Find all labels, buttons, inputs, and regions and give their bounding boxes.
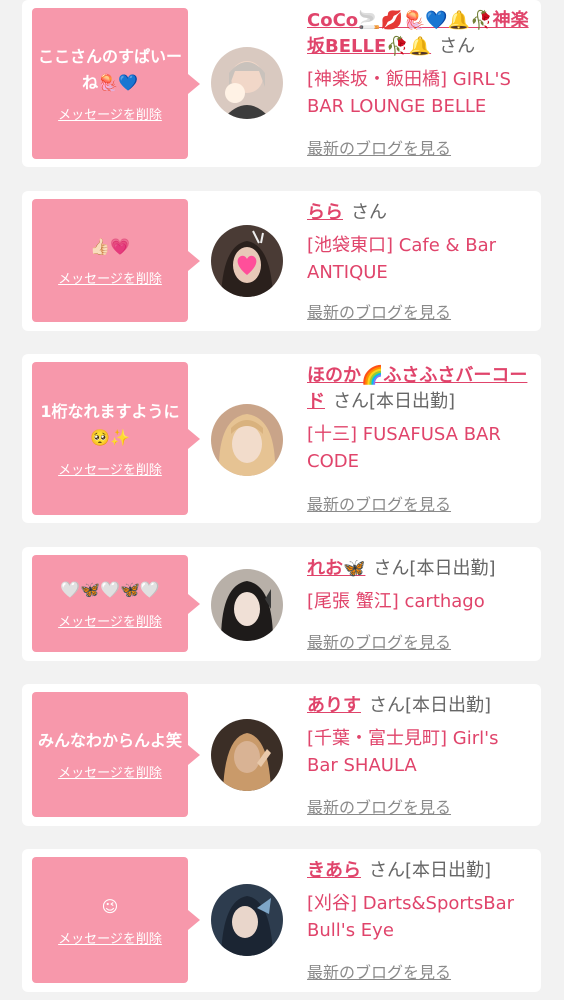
avatar[interactable] <box>211 884 283 956</box>
name-line: CoCo🚬💋🪼💙🔔🥀神楽坂BELLE🥀🔔 さん <box>307 8 533 60</box>
message-bubble: みんなわからんよ笑 メッセージを削除 <box>32 692 200 817</box>
avatar[interactable] <box>211 404 283 476</box>
latest-blog-link[interactable]: 最新のブログを見る <box>307 629 451 653</box>
name-line: ほのか🌈ふさふさバーコード さん[本日出勤] <box>307 363 533 415</box>
name-suffix: さん[本日出勤] <box>373 558 496 579</box>
latest-blog-link[interactable]: 最新のブログを見る <box>307 135 451 159</box>
name-suffix: さん <box>439 36 476 57</box>
message-bubble: 1桁なれますように🥺✨ メッセージを削除 <box>32 362 200 515</box>
message-text: みんなわからんよ笑 <box>38 731 183 750</box>
message-card: 🤍🦋🤍🦋🤍 メッセージを削除 れお🦋 さん[本日出勤] [尾張 蟹江] carth… <box>22 547 541 661</box>
cast-info: れお🦋 さん[本日出勤] [尾張 蟹江] carthago <box>307 556 533 615</box>
delete-message-link[interactable]: メッセージを削除 <box>58 762 162 781</box>
cast-info: ほのか🌈ふさふさバーコード さん[本日出勤] [十三] FUSAFUSA BAR … <box>307 363 533 475</box>
name-suffix: さん[本日出勤] <box>333 391 456 412</box>
message-text: 👍🏻💗 <box>90 237 130 256</box>
message-bubble: 👍🏻💗 メッセージを削除 <box>32 199 200 322</box>
cast-name-link[interactable]: ありす <box>307 695 361 716</box>
message-bubble: 😉 メッセージを削除 <box>32 857 200 983</box>
shop-name: [池袋東口] Cafe & Bar ANTIQUE <box>307 235 497 283</box>
delete-message-link[interactable]: メッセージを削除 <box>58 928 162 947</box>
delete-message-link[interactable]: メッセージを削除 <box>58 459 162 478</box>
message-card: 👍🏻💗 メッセージを削除 らら さん [池袋東口] Cafe & Bar ANTI… <box>22 191 541 331</box>
message-bubble: 🤍🦋🤍🦋🤍 メッセージを削除 <box>32 555 200 652</box>
latest-blog-link[interactable]: 最新のブログを見る <box>307 491 451 515</box>
cast-name-link[interactable]: きあら <box>307 860 361 881</box>
latest-blog-link[interactable]: 最新のブログを見る <box>307 959 451 983</box>
cast-info: らら さん [池袋東口] Cafe & Bar ANTIQUE <box>307 200 533 286</box>
message-text: 🤍🦋🤍🦋🤍 <box>60 580 160 599</box>
name-line: れお🦋 さん[本日出勤] <box>307 556 533 582</box>
cast-info: きあら さん[本日出勤] [刈谷] Darts&SportsBar Bull's … <box>307 858 533 944</box>
message-text: 1桁なれますように🥺✨ <box>40 402 180 447</box>
name-line: ありす さん[本日出勤] <box>307 693 533 719</box>
avatar[interactable] <box>211 569 283 641</box>
latest-blog-link[interactable]: 最新のブログを見る <box>307 299 451 323</box>
name-suffix: さん <box>351 202 387 223</box>
cast-info: ありす さん[本日出勤] [千葉・富士見町] Girl's Bar SHAULA <box>307 693 533 779</box>
message-text: ここさんのすぱいーね🪼💙 <box>38 47 183 92</box>
shop-name: [尾張 蟹江] carthago <box>307 591 485 612</box>
message-card: みんなわからんよ笑 メッセージを削除 ありす さん[本日出勤] [千葉・富士見町]… <box>22 684 541 826</box>
message-text: 😉 <box>101 896 119 916</box>
message-card: ここさんのすぱいーね🪼💙 メッセージを削除 CoCo🚬💋🪼💙🔔🥀神楽坂BELLE… <box>22 0 541 167</box>
name-suffix: さん[本日出勤] <box>369 860 492 881</box>
avatar[interactable] <box>211 225 283 297</box>
shop-name: [千葉・富士見町] Girl's Bar SHAULA <box>307 728 499 776</box>
latest-blog-link[interactable]: 最新のブログを見る <box>307 794 451 818</box>
name-line: らら さん <box>307 200 533 226</box>
cast-name-link[interactable]: CoCo🚬💋🪼💙🔔🥀神楽坂BELLE🥀🔔 <box>307 10 529 57</box>
delete-message-link[interactable]: メッセージを削除 <box>58 104 162 123</box>
delete-message-link[interactable]: メッセージを削除 <box>58 268 162 287</box>
avatar[interactable] <box>211 719 283 791</box>
name-line: きあら さん[本日出勤] <box>307 858 533 884</box>
cast-name-link[interactable]: らら <box>307 202 343 223</box>
shop-name: [十三] FUSAFUSA BAR CODE <box>307 424 501 472</box>
message-card: 😉 メッセージを削除 きあら さん[本日出勤] [刈谷] Darts&Sports… <box>22 849 541 992</box>
delete-message-link[interactable]: メッセージを削除 <box>58 611 162 630</box>
name-suffix: さん[本日出勤] <box>369 695 492 716</box>
avatar[interactable] <box>211 47 283 119</box>
message-card: 1桁なれますように🥺✨ メッセージを削除 ほのか🌈ふさふさバーコード さん[本日出… <box>22 354 541 523</box>
shop-name: [神楽坂・飯田橋] GIRL'S BAR LOUNGE BELLE <box>307 69 511 117</box>
shop-name: [刈谷] Darts&SportsBar Bull's Eye <box>307 893 515 941</box>
cast-info: CoCo🚬💋🪼💙🔔🥀神楽坂BELLE🥀🔔 さん [神楽坂・飯田橋] GIRL'S … <box>307 8 533 120</box>
cast-name-link[interactable]: れお🦋 <box>307 558 365 579</box>
message-bubble: ここさんのすぱいーね🪼💙 メッセージを削除 <box>32 8 200 159</box>
